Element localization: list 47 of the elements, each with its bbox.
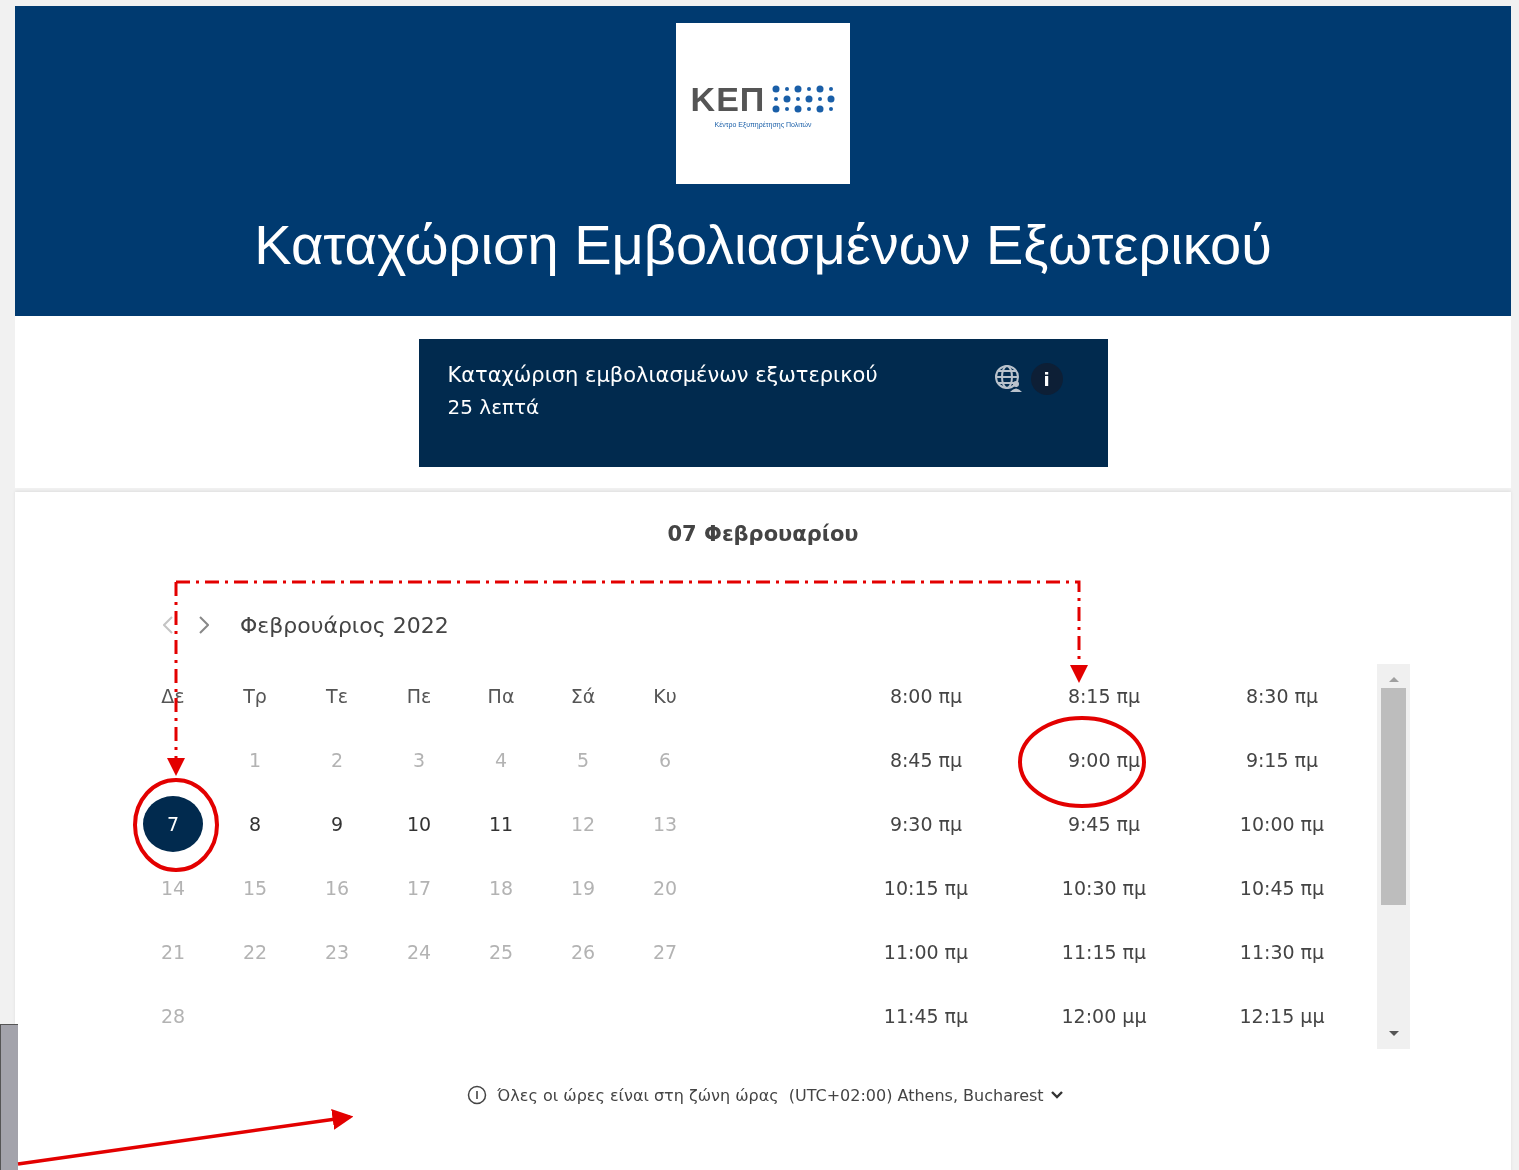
weekday-label: Δε xyxy=(161,685,185,707)
weekday-label: Κυ xyxy=(653,685,677,707)
time-slot[interactable]: 10:45 πμ xyxy=(1239,877,1325,899)
time-slot[interactable]: 10:00 πμ xyxy=(1239,813,1325,835)
chevron-down-icon xyxy=(1049,1090,1064,1100)
time-slot[interactable]: 10:30 πμ xyxy=(1061,877,1147,899)
time-slot[interactable]: 9:30 πμ xyxy=(889,813,963,835)
time-slot[interactable]: 12:00 μμ xyxy=(1061,1005,1147,1027)
weekday-label: Πε xyxy=(406,685,432,707)
time-slot[interactable]: 12:15 μμ xyxy=(1239,1005,1325,1027)
calendar-day[interactable]: 9 xyxy=(307,796,367,852)
time-slot[interactable]: 11:15 πμ xyxy=(1061,941,1147,963)
time-slot[interactable]: 11:00 πμ xyxy=(883,941,969,963)
chevron-right-icon xyxy=(199,616,209,634)
service-card[interactable]: Καταχώριση εμβολιασμένων εξωτερικού 25 λεπτά i xyxy=(418,339,1108,467)
time-slot[interactable]: 8:15 πμ xyxy=(1067,685,1141,707)
service-name: Καταχώριση εμβολιασμένων εξωτερικού xyxy=(447,363,878,387)
time-slot[interactable]: 8:45 πμ xyxy=(889,749,963,771)
time-slot[interactable]: 9:45 πμ xyxy=(1067,813,1141,835)
dots-icon xyxy=(771,84,836,114)
time-slot[interactable]: 10:15 πμ xyxy=(883,877,969,899)
info-icon xyxy=(467,1085,488,1105)
month-label: Φεβρουάριος 2022 xyxy=(240,613,449,638)
weekday-label: Τε xyxy=(326,685,348,707)
selected-date: 07 Φεβρουαρίου xyxy=(666,522,860,548)
timezone-dropdown[interactable]: (UTC+02:00) Athens, Bucharest xyxy=(788,1085,1064,1105)
weekday-label: Πα xyxy=(487,685,515,707)
calendar-day[interactable]: 7 xyxy=(143,796,203,852)
time-slot[interactable]: 8:00 πμ xyxy=(889,685,963,707)
time-slot[interactable]: 9:00 πμ xyxy=(1067,749,1141,771)
weekday-label: Σά xyxy=(570,685,596,707)
weekday-label: Τρ xyxy=(243,685,267,707)
timezone-note: Όλες οι ώρες είναι στη ζώνη ώρας xyxy=(497,1085,779,1105)
logo-mark: ΚΕΠ xyxy=(690,79,766,119)
chevron-left-icon xyxy=(163,616,173,634)
info-button[interactable]: i xyxy=(1030,363,1063,395)
service-duration: 25 λεπτά xyxy=(447,395,541,419)
globe-icon[interactable] xyxy=(992,363,1023,393)
time-slot[interactable]: 8:30 πμ xyxy=(1245,685,1319,707)
calendar-day[interactable]: 8 xyxy=(225,796,285,852)
time-slot[interactable]: 9:15 πμ xyxy=(1245,749,1319,771)
calendar-day[interactable]: 10 xyxy=(389,796,449,852)
calendar-day[interactable]: 11 xyxy=(471,796,531,852)
page-title: Καταχώριση Εμβολιασμένων Εξωτερικού xyxy=(254,212,1272,277)
time-slot[interactable]: 11:30 πμ xyxy=(1239,941,1325,963)
scrollbar[interactable] xyxy=(1377,664,1410,1049)
time-slot[interactable]: 11:45 πμ xyxy=(883,1005,969,1027)
